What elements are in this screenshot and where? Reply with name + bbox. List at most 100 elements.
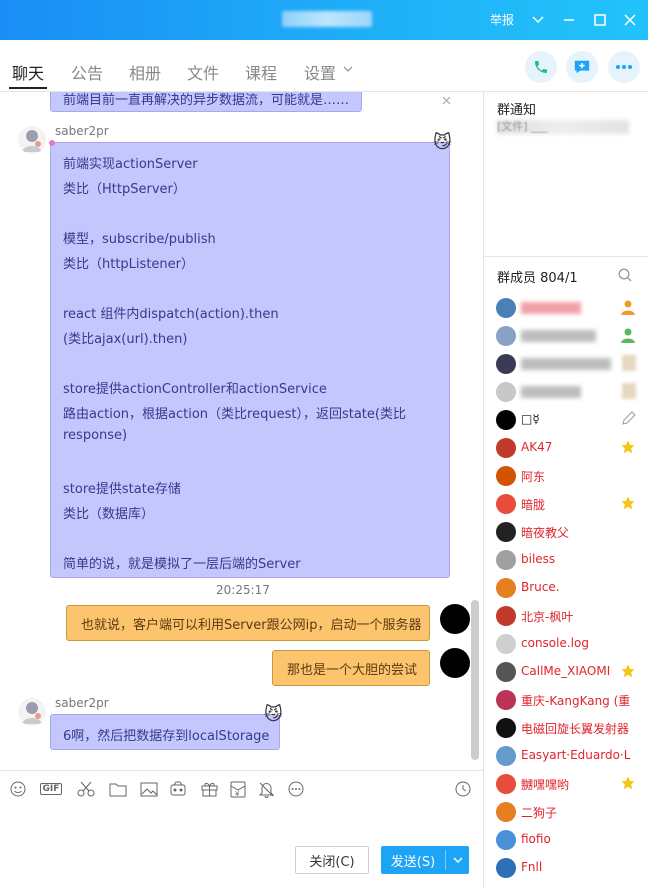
bubble-decoration-icon: 😼: [264, 704, 283, 725]
message-bubble-truncated[interactable]: 前端目前一直再解决的异步数据流，可能就是……: [50, 92, 362, 112]
report-link[interactable]: 举报: [490, 11, 514, 28]
send-button[interactable]: 发送(S): [381, 846, 469, 874]
video-icon[interactable]: [168, 780, 188, 798]
member-name-blurred: [521, 358, 611, 370]
member-item[interactable]: [496, 324, 646, 348]
badge-icon: [622, 355, 636, 371]
member-name: fiofio: [521, 832, 551, 846]
search-icon[interactable]: [618, 268, 632, 286]
close-icon[interactable]: [442, 94, 451, 109]
message-bubble[interactable]: 6啊，然后把数据存到localStorage: [50, 714, 280, 750]
red-packet-icon[interactable]: ¥: [228, 780, 248, 798]
sender-nickname[interactable]: saber2pr: [55, 124, 109, 138]
tab-files[interactable]: 文件: [187, 60, 219, 84]
member-item[interactable]: 北京-枫叶: [496, 604, 646, 628]
member-item[interactable]: [496, 380, 646, 404]
message-line: 简单的说，就是模拟了一层后端的Server: [63, 557, 301, 572]
member-item[interactable]: Bruce.: [496, 576, 646, 600]
avatar[interactable]: [18, 126, 46, 154]
message-line: 路由action，根据action（类比request），返回state(类比: [63, 407, 406, 422]
member-item[interactable]: 重庆-KangKang (重: [496, 688, 646, 712]
admin-icon: [620, 327, 636, 347]
tab-settings[interactable]: 设置: [304, 60, 336, 84]
member-item[interactable]: 暗夜教父: [496, 520, 646, 544]
tab-courses[interactable]: 课程: [245, 60, 277, 84]
minimize-icon[interactable]: [557, 8, 581, 32]
member-name: 重庆-KangKang (重: [521, 694, 631, 708]
message-line: 前端实现actionServer: [63, 157, 198, 172]
avatar[interactable]: [18, 698, 46, 726]
avatar: [496, 662, 516, 682]
avatar: [496, 858, 516, 878]
avatar: [496, 494, 516, 514]
member-item[interactable]: fiofio: [496, 828, 646, 852]
member-name: Fnll: [521, 860, 543, 874]
member-item[interactable]: 阿东: [496, 464, 646, 488]
member-item[interactable]: 二狗子: [496, 800, 646, 824]
tab-chat[interactable]: 聊天: [12, 60, 44, 84]
member-item[interactable]: 嬲嘿嘿哟: [496, 772, 646, 796]
image-icon[interactable]: [139, 780, 159, 798]
star-icon: [620, 775, 636, 795]
star-icon: [620, 495, 636, 515]
member-item[interactable]: AK47: [496, 436, 646, 460]
more-button[interactable]: [608, 51, 640, 83]
avatar: [496, 830, 516, 850]
member-item[interactable]: 暗胧: [496, 492, 646, 516]
member-name-blurred: [521, 386, 581, 398]
avatar: [496, 606, 516, 626]
avatar[interactable]: [440, 648, 470, 678]
avatar: [496, 550, 516, 570]
gift-icon[interactable]: [199, 780, 219, 798]
message-input[interactable]: [0, 806, 483, 846]
avatar[interactable]: [440, 604, 470, 634]
member-item[interactable]: 电磁回旋长翼发射器: [496, 716, 646, 740]
message-bubble[interactable]: 前端实现actionServer 类比（HttpServer） 模型，subscri…: [50, 142, 450, 578]
member-name: □☿: [521, 412, 540, 426]
tab-album[interactable]: 相册: [129, 60, 161, 84]
panel-divider: [483, 92, 484, 888]
message-line: 类比（数据库）: [63, 507, 155, 522]
input-toolbar: GIF ¥: [0, 770, 483, 806]
close-icon[interactable]: [618, 8, 642, 32]
chevron-down-icon[interactable]: [446, 857, 469, 864]
more-circle-icon[interactable]: [286, 780, 306, 798]
bubble-corner-dot: [49, 140, 55, 146]
member-item[interactable]: □☿: [496, 408, 646, 432]
member-item[interactable]: [496, 296, 646, 320]
mute-bell-icon[interactable]: [256, 780, 276, 798]
member-item[interactable]: biless: [496, 548, 646, 572]
maximize-icon[interactable]: [588, 8, 612, 32]
group-notice-title[interactable]: 群通知: [497, 99, 536, 118]
member-item[interactable]: Fnll: [496, 856, 646, 880]
avatar: [496, 690, 516, 710]
member-name-blurred: [521, 302, 581, 314]
scissors-icon[interactable]: [76, 780, 96, 798]
gif-icon[interactable]: GIF: [39, 780, 63, 798]
member-name: CallMe_XIAOMI: [521, 664, 611, 678]
message-line: store提供actionController和actionService: [63, 382, 327, 397]
member-name: Easyart·Eduardo·Leu: [521, 748, 631, 762]
message-bubble-self[interactable]: 那也是一个大胆的尝试: [272, 650, 430, 686]
sender-nickname[interactable]: saber2pr: [55, 696, 109, 710]
avatar: [496, 718, 516, 738]
emoji-icon[interactable]: [8, 780, 28, 798]
avatar: [496, 326, 516, 346]
chevron-down-icon[interactable]: [526, 8, 550, 32]
chat-message-area[interactable]: 前端目前一直再解决的异步数据流，可能就是…… saber2pr 前端实现acti…: [0, 92, 483, 770]
member-item[interactable]: Easyart·Eduardo·Leu: [496, 744, 646, 768]
bubble-decoration-icon: 😼: [433, 132, 452, 153]
chevron-down-icon[interactable]: [343, 62, 353, 77]
phone-call-button[interactable]: [525, 51, 557, 83]
chat-scrollbar[interactable]: [471, 600, 479, 760]
add-chat-button[interactable]: [566, 51, 598, 83]
history-clock-icon[interactable]: [453, 780, 473, 798]
member-item[interactable]: [496, 352, 646, 376]
member-item[interactable]: CallMe_XIAOMI: [496, 660, 646, 684]
close-button[interactable]: 关闭(C): [295, 846, 369, 874]
tab-announcement[interactable]: 公告: [71, 60, 103, 84]
member-item[interactable]: console.log: [496, 632, 646, 656]
avatar: [496, 438, 516, 458]
folder-icon[interactable]: [108, 780, 128, 798]
message-bubble-self[interactable]: 也就说，客户端可以利用Server跟公网ip，启动一个服务器: [66, 605, 430, 641]
